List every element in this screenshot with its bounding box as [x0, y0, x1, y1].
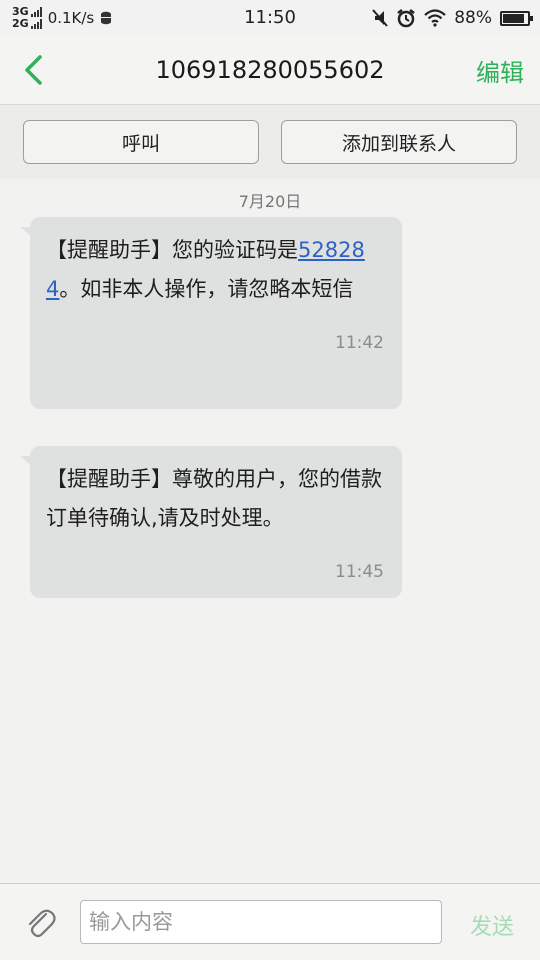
action-bar: 呼叫 添加到联系人 — [0, 104, 540, 179]
message-input[interactable] — [80, 900, 442, 944]
message-time: 11:45 — [335, 562, 384, 582]
call-button[interactable]: 呼叫 — [23, 120, 259, 164]
status-bar-right: 88% — [372, 0, 533, 36]
composer-bar: 发送 — [0, 883, 540, 960]
message-bubble[interactable]: 【提醒助手】您的验证码是528284。如非本人操作，请忽略本短信 11:42 — [20, 217, 402, 409]
network-indicator: 3G 2G — [12, 6, 42, 30]
battery-fill — [503, 13, 525, 23]
database-icon — [101, 11, 112, 25]
network-type-bottom: 2G — [12, 17, 29, 30]
message-text: 【提醒助手】尊敬的用户，您的借款订单待确认,请及时处理。 — [46, 467, 382, 530]
page-title: 106918280055602 — [155, 56, 385, 84]
date-separator: 7月20日 — [238, 192, 302, 211]
send-button[interactable]: 发送 — [470, 909, 514, 941]
add-contact-button[interactable]: 添加到联系人 — [281, 120, 517, 164]
signal-icon — [30, 7, 42, 17]
attachment-icon[interactable] — [24, 906, 58, 940]
edit-button[interactable]: 编辑 — [476, 53, 524, 88]
vibrate-mute-icon — [372, 9, 388, 27]
message-text: 【提醒助手】您的验证码是528284。如非本人操作，请忽略本短信 — [46, 231, 384, 309]
message-text-part: 。如非本人操作，请忽略本短信 — [59, 277, 354, 301]
message-thread[interactable]: 7月20日 【提醒助手】您的验证码是528284。如非本人操作，请忽略本短信 1… — [0, 179, 540, 883]
message-time: 11:42 — [335, 333, 384, 353]
alarm-icon — [397, 9, 415, 28]
message-text-part: 【提醒助手】您的验证码是 — [46, 238, 298, 262]
status-bar: 3G 2G 0.1K/s 11:50 88% — [0, 0, 540, 36]
signal-icon-secondary — [30, 19, 42, 29]
network-speed: 0.1K/s — [47, 9, 95, 27]
wifi-icon — [424, 9, 446, 27]
battery-percent: 88% — [454, 8, 492, 28]
conversation-header: 106918280055602 编辑 — [0, 36, 540, 104]
status-bar-left: 3G 2G 0.1K/s — [0, 6, 112, 30]
battery-icon — [500, 10, 533, 26]
message-bubble[interactable]: 【提醒助手】尊敬的用户，您的借款订单待确认,请及时处理。 11:45 — [20, 446, 402, 598]
